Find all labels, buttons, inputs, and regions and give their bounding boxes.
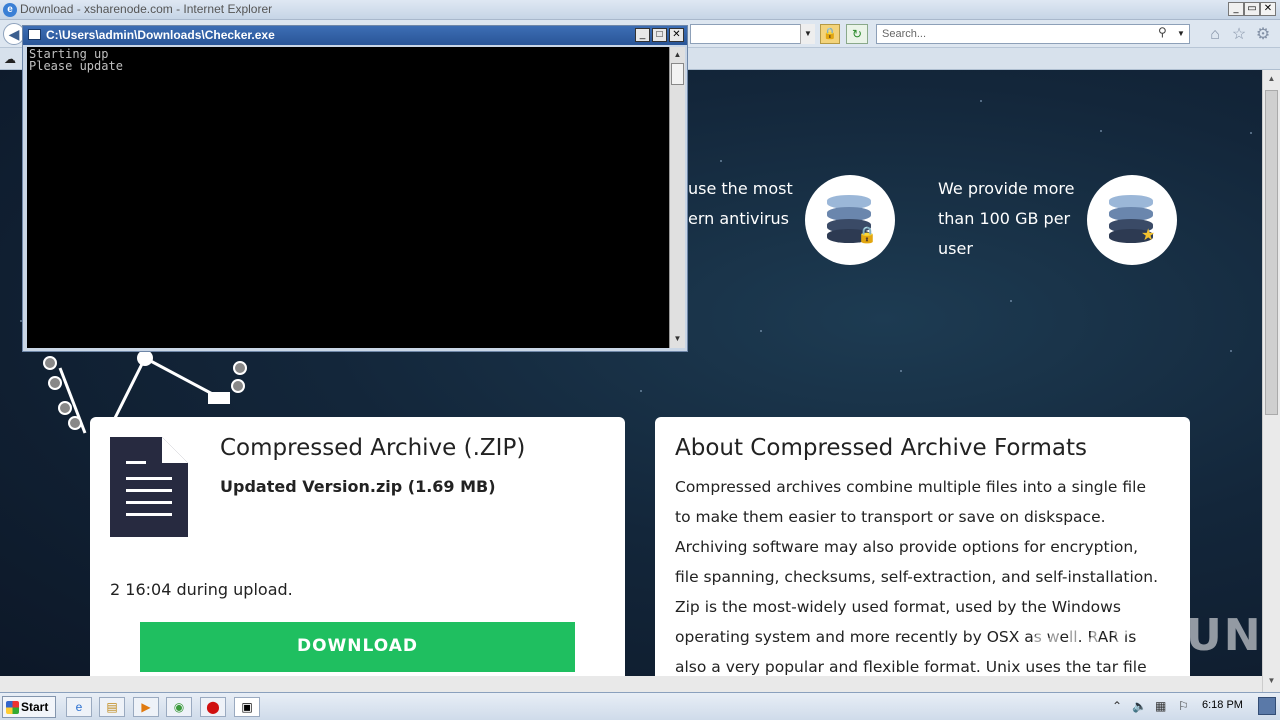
console-scroll-thumb[interactable]: [671, 63, 684, 85]
tray-network-icon[interactable]: ▦: [1155, 699, 1166, 713]
console-title: C:\Users\admin\Downloads\Checker.exe: [46, 28, 275, 42]
watermark: ANY.RUN: [1030, 610, 1263, 661]
console-maximize-button[interactable]: □: [652, 28, 667, 42]
console-scroll-down-icon[interactable]: ▼: [671, 332, 684, 346]
console-line: Starting up: [29, 47, 109, 61]
tray-flag-icon[interactable]: ⚐: [1178, 699, 1189, 713]
close-button[interactable]: ✕: [1260, 2, 1276, 16]
browser-title-bar: e Download - xsharenode.com - Internet E…: [0, 0, 1280, 20]
console-app-icon: [28, 29, 41, 40]
internet-explorer-icon: e: [3, 3, 17, 17]
feature-text-storage: We provide more than 100 GB per user: [938, 179, 1075, 258]
compatibility-refresh-icon[interactable]: ↻: [846, 24, 868, 44]
upload-note: 2 16:04 during upload.: [110, 580, 293, 599]
taskbar-ie-icon[interactable]: e: [66, 697, 92, 717]
lock-icon[interactable]: 🔒: [820, 24, 840, 44]
taskbar: Start e ▤ ▶ ◉ ⬤ ▣ ⌃ 🔈 ▦ ⚐ 6:18 PM: [0, 692, 1280, 720]
document-icon: [110, 437, 188, 537]
feature-text-antivirus: use the most ern antivirus: [688, 179, 793, 228]
home-icon[interactable]: ⌂: [1206, 26, 1224, 44]
address-bar[interactable]: [690, 24, 815, 44]
database-star-icon: ★: [1087, 175, 1177, 265]
taskbar-opera-icon[interactable]: ⬤: [200, 697, 226, 717]
taskbar-clock[interactable]: 6:18 PM: [1202, 699, 1243, 711]
maximize-button[interactable]: ▭: [1244, 2, 1260, 16]
console-minimize-button[interactable]: _: [635, 28, 650, 42]
start-button[interactable]: Start: [2, 696, 56, 718]
search-icon[interactable]: ⚲: [1158, 25, 1167, 39]
taskbar-media-player-icon[interactable]: ▶: [133, 697, 159, 717]
scrollbar-thumb[interactable]: [1265, 90, 1278, 415]
show-desktop-button[interactable]: [1258, 697, 1276, 715]
database-lock-icon: 🔒: [805, 175, 895, 265]
minimize-button[interactable]: _: [1228, 2, 1244, 16]
console-window[interactable]: C:\Users\admin\Downloads\Checker.exe _ □…: [22, 25, 688, 352]
tray-volume-icon[interactable]: 🔈: [1132, 699, 1147, 713]
address-dropdown-icon[interactable]: ▼: [800, 24, 815, 44]
file-name: Updated Version.zip (1.69 MB): [220, 477, 496, 496]
taskbar-explorer-icon[interactable]: ▤: [99, 697, 125, 717]
scroll-up-arrow-icon[interactable]: ▲: [1265, 72, 1278, 86]
file-type-title: Compressed Archive (.ZIP): [220, 435, 526, 461]
page-horizontal-scrollbar[interactable]: [0, 676, 1262, 692]
file-card: Compressed Archive (.ZIP) Updated Versio…: [90, 417, 625, 692]
windows-logo-icon: [6, 701, 19, 714]
tray-expand-icon[interactable]: ⌃: [1112, 699, 1122, 713]
console-scrollbar[interactable]: ▲ ▼: [669, 47, 685, 348]
console-scroll-up-icon[interactable]: ▲: [671, 48, 684, 62]
download-button[interactable]: DOWNLOAD: [140, 622, 575, 672]
page-vertical-scrollbar[interactable]: ▲ ▼: [1262, 70, 1280, 692]
console-close-button[interactable]: ✕: [669, 28, 684, 42]
scroll-down-arrow-icon[interactable]: ▼: [1265, 674, 1278, 688]
page-tab-icon[interactable]: ☁: [4, 52, 16, 66]
taskbar-chrome-icon[interactable]: ◉: [166, 697, 192, 717]
about-title: About Compressed Archive Formats: [675, 435, 1087, 461]
taskbar-console-icon[interactable]: ▣: [234, 697, 260, 717]
browser-window-title: Download - xsharenode.com - Internet Exp…: [20, 2, 273, 16]
console-line: Please update: [29, 59, 123, 73]
search-dropdown-icon[interactable]: ▼: [1174, 25, 1188, 43]
console-title-bar[interactable]: C:\Users\admin\Downloads\Checker.exe _ □…: [23, 26, 687, 45]
favorites-star-icon[interactable]: ☆: [1230, 26, 1248, 44]
console-output[interactable]: Starting up Please update: [27, 47, 669, 348]
settings-gear-icon[interactable]: ⚙: [1254, 26, 1272, 44]
search-input[interactable]: Search...: [876, 24, 1190, 44]
